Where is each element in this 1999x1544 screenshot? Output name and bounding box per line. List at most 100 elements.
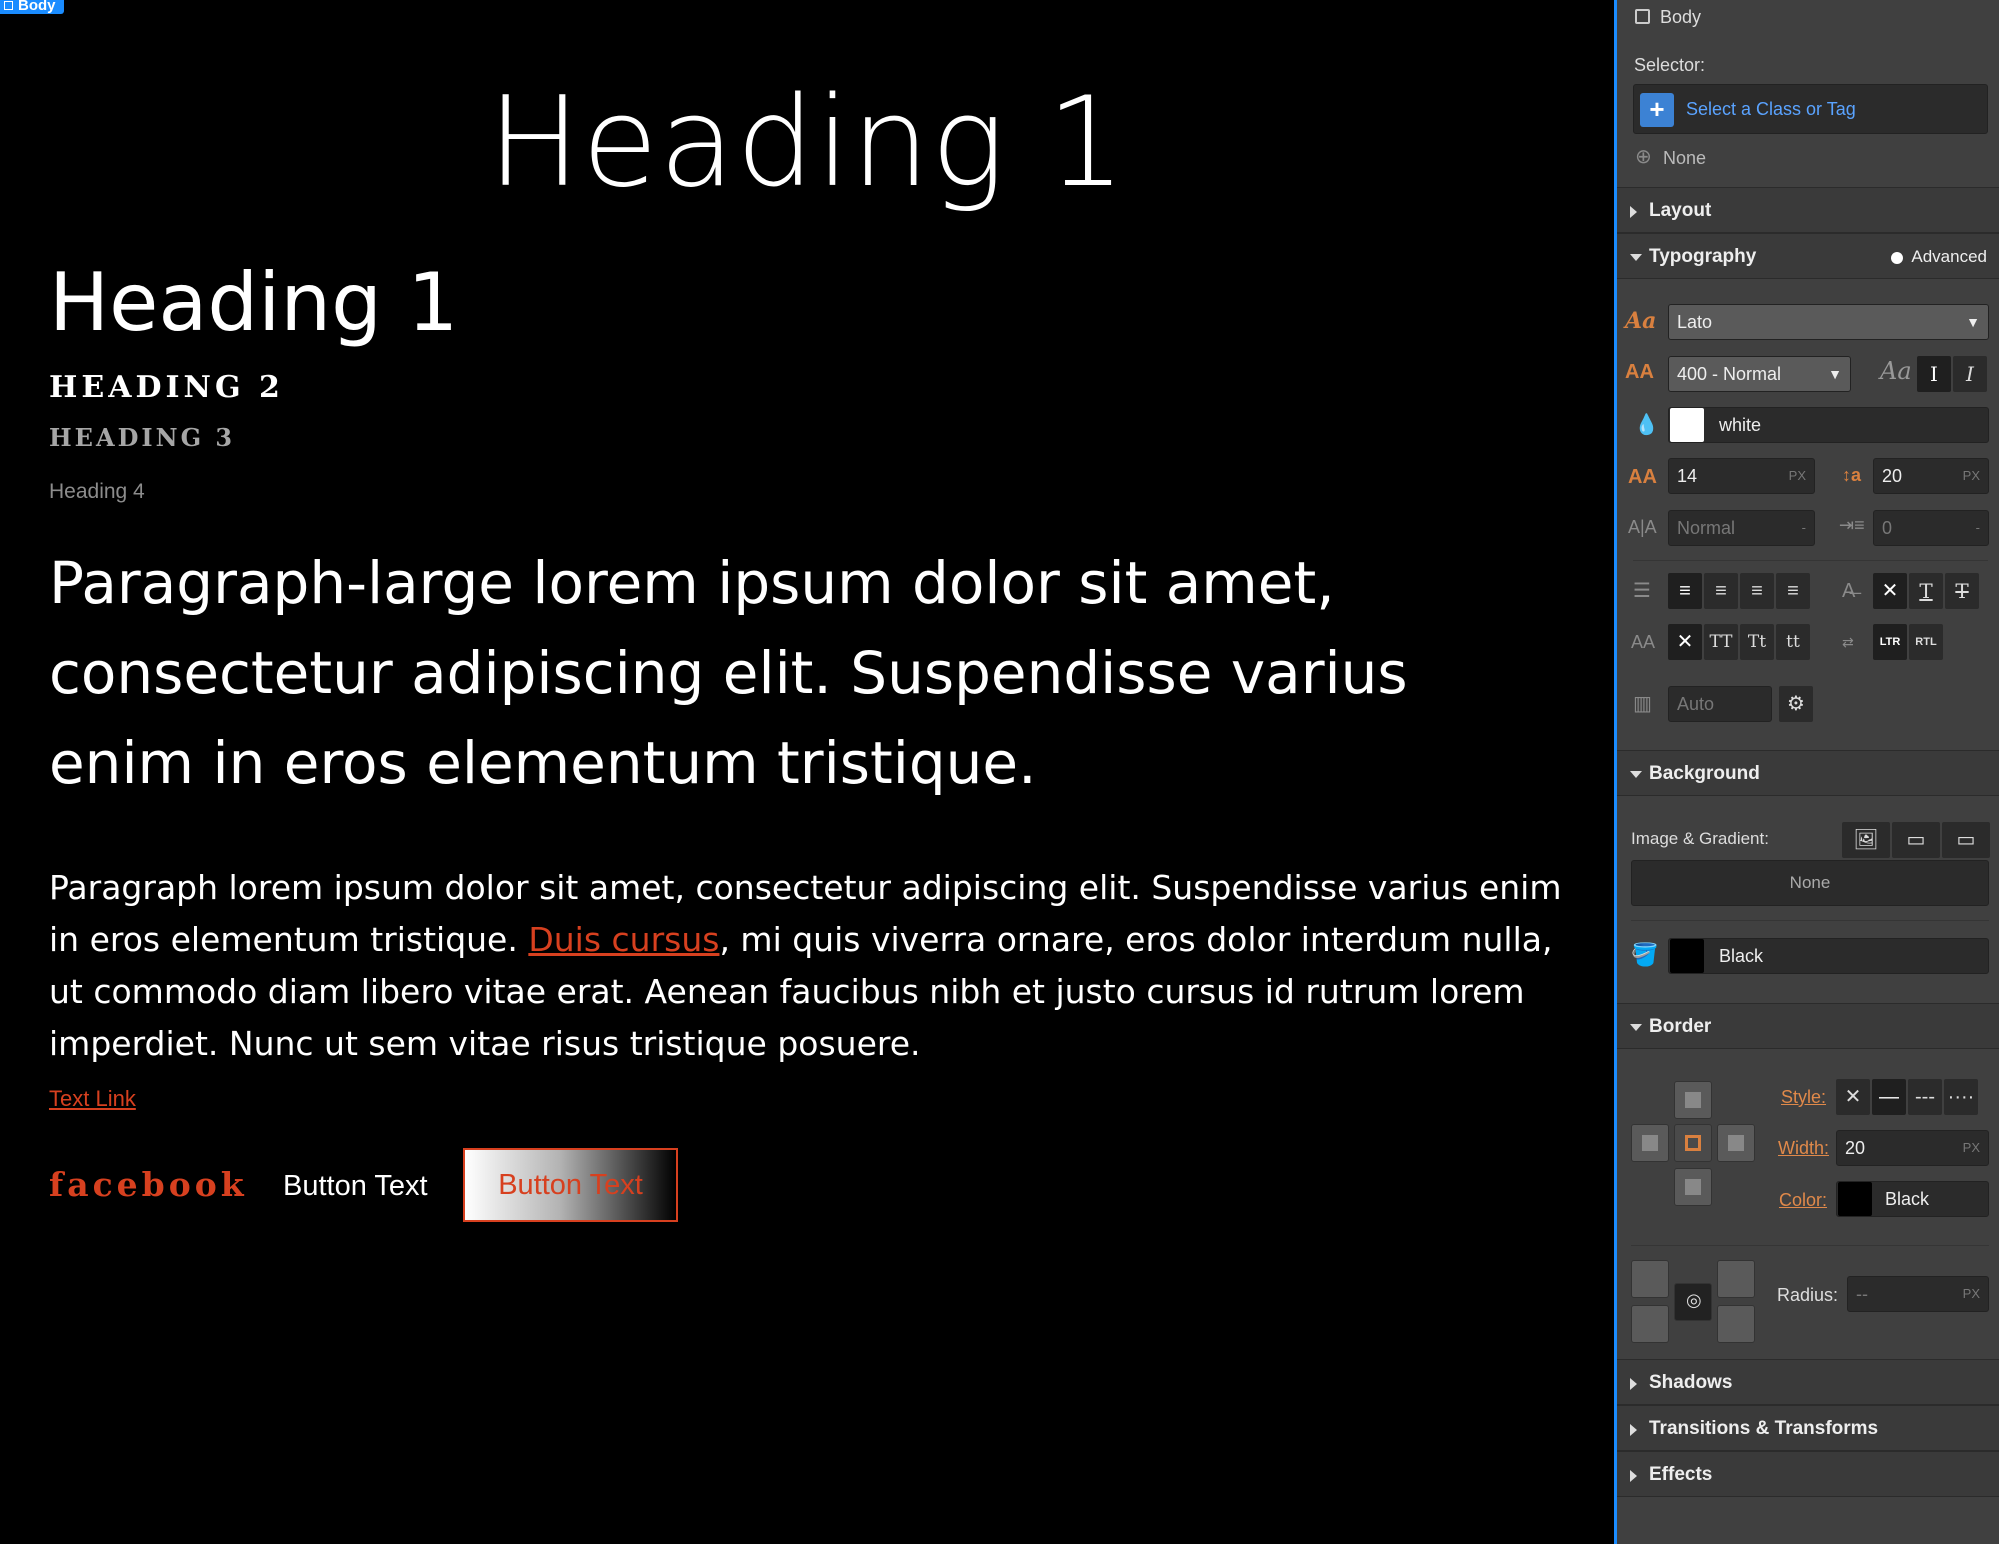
border-top-icon[interactable]	[1674, 1081, 1712, 1119]
border-all-icon[interactable]	[1674, 1124, 1712, 1162]
border-dotted-icon[interactable]: ····	[1944, 1079, 1978, 1115]
align-left-icon[interactable]: ≡	[1668, 573, 1702, 609]
advanced-toggle[interactable]: Advanced	[1891, 234, 1987, 280]
heading-1[interactable]: Heading 1	[49, 255, 458, 350]
heading-2[interactable]: HEADING 2	[49, 368, 284, 408]
heading-centered[interactable]: Heading 1	[0, 68, 1614, 218]
line-height-value: 20	[1882, 466, 1903, 486]
radius-top-right-icon[interactable]	[1717, 1260, 1755, 1298]
letter-spacing-input[interactable]: Normal -	[1668, 510, 1815, 546]
ltr-icon[interactable]: LTR	[1873, 624, 1907, 660]
direction-group: LTR RTL	[1873, 624, 1943, 660]
plain-button[interactable]: Button Text	[283, 1166, 428, 1206]
element-box-icon	[4, 1, 13, 10]
facebook-link[interactable]: facebook	[49, 1162, 248, 1207]
selector-state[interactable]: None	[1663, 148, 1706, 169]
decoration-none-icon[interactable]: ✕	[1873, 573, 1907, 609]
border-width-input[interactable]: 20 PX	[1836, 1130, 1989, 1166]
selector-placeholder: Select a Class or Tag	[1686, 99, 1856, 119]
section-typography[interactable]: Typography Advanced	[1617, 233, 1999, 279]
add-image-icon[interactable]: 🖼	[1842, 822, 1890, 858]
border-dashed-icon[interactable]: ---	[1908, 1079, 1942, 1115]
background-color-swatch[interactable]	[1670, 939, 1704, 973]
element-icon	[1635, 9, 1650, 24]
text-link[interactable]: Text Link	[49, 1085, 136, 1113]
color-overlay-icon[interactable]: ▭	[1942, 822, 1990, 858]
lowercase-icon[interactable]: tt	[1776, 624, 1810, 660]
text-align-group: ≡ ≡ ≡ ≡	[1668, 573, 1810, 609]
collapsed-caret-icon	[1630, 1378, 1637, 1390]
border-radius-input[interactable]: -- PX	[1847, 1276, 1989, 1312]
add-class-icon[interactable]: +	[1640, 93, 1674, 127]
expanded-caret-icon	[1630, 1024, 1642, 1031]
radio-icon	[1891, 251, 1904, 264]
align-right-icon[interactable]: ≡	[1740, 573, 1774, 609]
paint-bucket-icon: 🪣	[1631, 942, 1659, 967]
uppercase-icon[interactable]: TT	[1704, 624, 1738, 660]
border-right-icon[interactable]	[1717, 1124, 1755, 1162]
text-color-swatch[interactable]	[1670, 408, 1704, 442]
section-typography-label: Typography	[1649, 246, 1757, 267]
heading-3[interactable]: HEADING 3	[49, 421, 235, 455]
border-none-icon[interactable]: ✕	[1836, 1079, 1870, 1115]
columns-value: Auto	[1677, 694, 1715, 714]
line-height-input[interactable]: 20 PX	[1873, 458, 1989, 494]
section-transitions[interactable]: Transitions & Transforms	[1617, 1405, 1999, 1451]
text-indent-input[interactable]: 0-	[1873, 510, 1989, 546]
rtl-icon[interactable]: RTL	[1909, 624, 1943, 660]
italic-off-icon[interactable]: I	[1917, 356, 1951, 392]
underline-icon[interactable]: T	[1909, 573, 1943, 609]
expanded-caret-icon	[1630, 254, 1642, 261]
border-radius-unit: PX	[1962, 1286, 1980, 1301]
capitalize-icon[interactable]: Tt	[1740, 624, 1774, 660]
gradient-button[interactable]: Button Text	[463, 1148, 678, 1222]
image-gradient-list[interactable]: None	[1631, 860, 1989, 906]
linear-gradient-icon[interactable]: ▭	[1892, 822, 1940, 858]
divider	[1631, 1245, 1989, 1246]
text-indent-value: 0	[1882, 518, 1893, 538]
letter-spacing-icon: A|A	[1628, 517, 1657, 537]
border-color-swatch[interactable]	[1838, 1182, 1872, 1216]
selector-field[interactable]: + Select a Class or Tag	[1633, 84, 1988, 134]
section-border[interactable]: Border	[1617, 1003, 1999, 1049]
transform-none-icon[interactable]: ✕	[1668, 624, 1702, 660]
strikethrough-icon[interactable]: T	[1945, 573, 1979, 609]
border-solid-icon[interactable]: —	[1872, 1079, 1906, 1115]
italic-on-icon[interactable]: I	[1953, 356, 1987, 392]
radius-bottom-left-icon[interactable]	[1631, 1305, 1669, 1343]
border-left-icon[interactable]	[1631, 1124, 1669, 1162]
border-color-field[interactable]: Black	[1836, 1181, 1989, 1217]
section-layout[interactable]: Layout	[1617, 187, 1999, 233]
section-shadows-label: Shadows	[1649, 1372, 1733, 1393]
border-width-unit: PX	[1962, 1140, 1980, 1155]
text-color-field[interactable]: white	[1668, 407, 1989, 443]
state-target-icon: ⊕	[1635, 146, 1652, 168]
collapsed-caret-icon	[1630, 1424, 1637, 1436]
paragraph-inline-link[interactable]: Duis cursus	[528, 920, 719, 959]
font-size-input[interactable]: 14 PX	[1668, 458, 1815, 494]
link-corners-icon: ◎	[1686, 1290, 1702, 1310]
align-justify-icon[interactable]: ≡	[1776, 573, 1810, 609]
border-bottom-icon[interactable]	[1674, 1168, 1712, 1206]
background-color-field[interactable]: Black	[1668, 938, 1989, 974]
gear-icon[interactable]: ⚙	[1779, 686, 1813, 722]
radius-bottom-right-icon[interactable]	[1717, 1305, 1755, 1343]
columns-input[interactable]: Auto	[1668, 686, 1772, 722]
paragraph[interactable]: Paragraph lorem ipsum dolor sit amet, co…	[49, 862, 1569, 1070]
selected-element-label: Body	[18, 0, 56, 14]
border-style-group: ✕ — --- ····	[1836, 1079, 1978, 1115]
section-background[interactable]: Background	[1617, 750, 1999, 796]
font-weight-icon: AA	[1625, 361, 1654, 383]
design-canvas[interactable]: Body Heading 1 Heading 1 HEADING 2 HEADI…	[0, 0, 1614, 1544]
radius-all-icon[interactable]: ◎	[1674, 1283, 1712, 1321]
font-style-group: I I	[1917, 356, 1987, 392]
section-effects[interactable]: Effects	[1617, 1451, 1999, 1497]
align-center-icon[interactable]: ≡	[1704, 573, 1738, 609]
font-style-preview: Aa	[1880, 357, 1912, 385]
font-family-select[interactable]: Lato ▼	[1668, 304, 1989, 340]
heading-4[interactable]: Heading 4	[49, 478, 145, 506]
section-shadows[interactable]: Shadows	[1617, 1359, 1999, 1405]
paragraph-large[interactable]: Paragraph-large lorem ipsum dolor sit am…	[49, 538, 1569, 808]
font-weight-select[interactable]: 400 - Normal ▼	[1668, 356, 1851, 392]
radius-top-left-icon[interactable]	[1631, 1260, 1669, 1298]
